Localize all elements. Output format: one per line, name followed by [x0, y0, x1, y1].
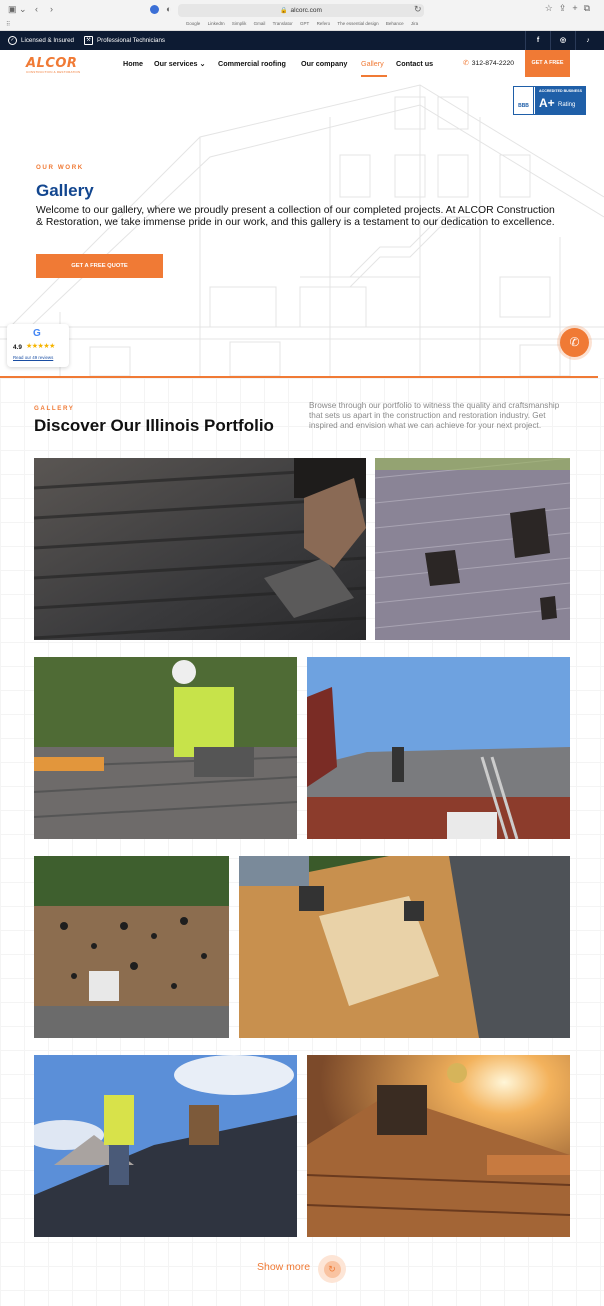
- hero-section: BBB ACCREDITED BUSINESS A+ Rating OUR WO…: [0, 77, 604, 376]
- portfolio-eyebrow: GALLERY: [34, 405, 75, 412]
- alcor-logo[interactable]: ALCOR CONSTRUCTION & RESTORATION: [26, 54, 80, 74]
- technicians-badge: ⚒ Professional Technicians: [84, 36, 165, 45]
- top-info-bar: ✓ Licensed & Insured ⚒ Professional Tech…: [0, 31, 604, 50]
- show-more-button[interactable]: ↻: [318, 1255, 346, 1283]
- bookmark-item[interactable]: Refero: [317, 21, 331, 26]
- phone-icon: ✆: [463, 60, 469, 67]
- nav-company[interactable]: Our company: [301, 59, 347, 68]
- bookmark-item[interactable]: The essential design: [337, 21, 378, 26]
- nav-services[interactable]: Our services ⌄: [154, 59, 206, 68]
- bookmark-item[interactable]: Simplik: [232, 21, 247, 26]
- gallery-photo[interactable]: [34, 657, 297, 839]
- reader-icon[interactable]: ◐: [166, 4, 171, 14]
- gallery-photo[interactable]: [34, 458, 366, 640]
- phone-icon: ✆: [569, 335, 580, 349]
- portfolio-description: Browse through our portfolio to witness …: [309, 401, 560, 430]
- portfolio-title: Discover Our Illinois Portfolio: [34, 416, 274, 435]
- bookmarks-bar: Google LinkedIn Simplik Gmail Translator…: [0, 21, 604, 26]
- star-rating-icon: ★★★★★: [26, 343, 55, 350]
- bookmark-item[interactable]: Translator: [273, 21, 293, 26]
- main-nav: ALCOR CONSTRUCTION & RESTORATION Home Ou…: [0, 50, 604, 93]
- hero-description: Welcome to our gallery, where we proudly…: [36, 205, 555, 229]
- bookmark-item[interactable]: LinkedIn: [208, 21, 225, 26]
- gallery-photo[interactable]: [375, 458, 570, 640]
- phone-link[interactable]: ✆ 312-874-2220: [463, 59, 514, 67]
- refresh-icon: ↻: [323, 1260, 341, 1278]
- tools-icon: ⚒: [84, 36, 93, 45]
- reload-icon[interactable]: ↻: [414, 4, 422, 15]
- nav-gallery[interactable]: Gallery: [361, 59, 384, 68]
- chevron-down-icon: ⌄: [199, 59, 206, 68]
- gallery-photo[interactable]: [34, 1055, 297, 1237]
- facebook-icon[interactable]: f: [525, 31, 550, 50]
- bookmark-item[interactable]: Google: [186, 21, 201, 26]
- forward-icon[interactable]: ›: [50, 4, 53, 14]
- show-more-link[interactable]: Show more: [257, 1261, 310, 1273]
- bbb-logo-icon: BBB: [514, 87, 534, 114]
- licensed-badge: ✓ Licensed & Insured: [8, 36, 74, 45]
- google-review-widget[interactable]: G 4.9 ★★★★★ Read our 49 reviews: [7, 324, 69, 367]
- toolbar-icons[interactable]: ☆⇪+⧉: [545, 3, 596, 14]
- tiktok-icon[interactable]: ♪: [575, 31, 600, 50]
- bookmark-item[interactable]: Gmail: [254, 21, 266, 26]
- bookmark-item[interactable]: Jira: [411, 21, 418, 26]
- google-icon: G: [33, 328, 41, 339]
- sidebar-toggle-icon[interactable]: ▣ ⌄: [8, 4, 27, 15]
- review-score: 4.9: [13, 344, 22, 351]
- gallery-photo[interactable]: [307, 1055, 570, 1237]
- hero-eyebrow: OUR WORK: [36, 164, 84, 171]
- gallery-photo[interactable]: [307, 657, 570, 839]
- instagram-icon[interactable]: ◎: [550, 31, 575, 50]
- reviews-link[interactable]: Read our 49 reviews: [13, 355, 53, 360]
- nav-commercial-roofing[interactable]: Commercial roofing: [218, 59, 286, 68]
- browser-chrome: ▣ ⌄ ‹ › ◐ 🔒 alcorc.com ↻ ☆⇪+⧉ ⠿ Google Li…: [0, 0, 604, 31]
- bookmark-item[interactable]: GPT: [300, 21, 309, 26]
- back-icon[interactable]: ‹: [35, 4, 38, 14]
- gallery-photo[interactable]: [239, 856, 570, 1038]
- bbb-accreditation-badge[interactable]: BBB ACCREDITED BUSINESS A+ Rating: [513, 86, 586, 115]
- gallery-photo[interactable]: [34, 856, 229, 1038]
- address-bar[interactable]: 🔒 alcorc.com: [178, 4, 424, 17]
- lock-icon: 🔒: [280, 8, 288, 14]
- nav-quote-button[interactable]: GET A FREE QUOTE: [525, 50, 570, 93]
- portfolio-section: GALLERY Discover Our Illinois Portfolio …: [0, 378, 604, 1306]
- nav-contact[interactable]: Contact us: [396, 59, 433, 68]
- call-button[interactable]: ✆: [560, 328, 589, 357]
- hero-quote-button[interactable]: GET A FREE QUOTE: [36, 254, 163, 278]
- page-title: Gallery: [36, 181, 94, 200]
- nav-home[interactable]: Home: [123, 59, 143, 68]
- privacy-shield-icon[interactable]: [150, 5, 159, 14]
- bookmark-item[interactable]: Behance: [386, 21, 404, 26]
- check-badge-icon: ✓: [8, 36, 17, 45]
